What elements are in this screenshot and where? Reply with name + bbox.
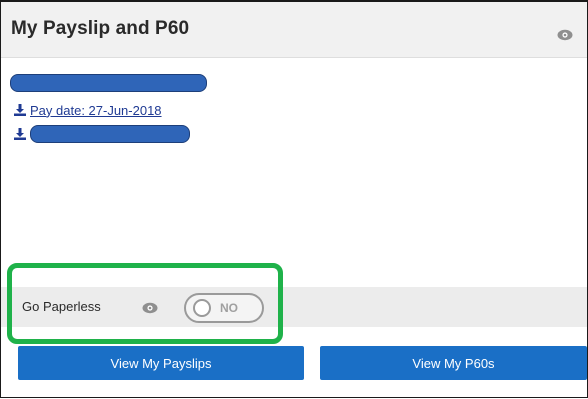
panel-title: My Payslip and P60 xyxy=(11,18,190,39)
payslip-list: Pay date: 27-Jun-2018 xyxy=(1,58,587,287)
download-icon xyxy=(14,104,26,116)
go-paperless-label: Go Paperless xyxy=(22,299,101,314)
list-item: Pay date: 27-Jun-2018 xyxy=(14,101,162,119)
payslip-panel: My Payslip and P60 Pay date: 27-Jun-2018 xyxy=(0,0,588,398)
panel-header: My Payslip and P60 xyxy=(1,0,587,58)
download-icon xyxy=(14,128,26,140)
eye-icon[interactable] xyxy=(557,29,573,41)
paperless-bar: Go Paperless NO xyxy=(1,287,587,327)
eye-icon[interactable] xyxy=(142,302,158,314)
redacted-payslip-link[interactable] xyxy=(10,74,207,92)
toggle-knob xyxy=(193,299,211,317)
list-item xyxy=(14,125,190,143)
toggle-state: NO xyxy=(220,301,238,315)
redacted-download-link[interactable] xyxy=(30,125,190,143)
view-payslips-button[interactable]: View My Payslips xyxy=(18,346,304,380)
paperless-toggle[interactable]: NO xyxy=(184,293,264,323)
bottom-strip xyxy=(1,380,587,397)
view-p60s-button[interactable]: View My P60s xyxy=(320,346,587,380)
pay-date-link[interactable]: Pay date: 27-Jun-2018 xyxy=(30,103,162,118)
